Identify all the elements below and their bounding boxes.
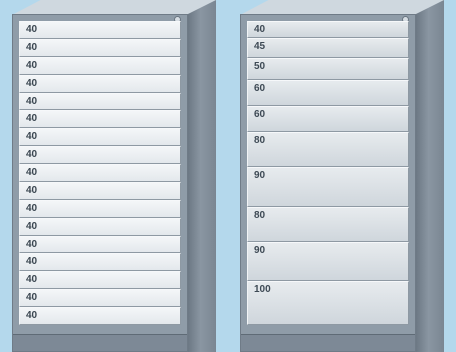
drawer[interactable]: 45 bbox=[247, 38, 409, 59]
drawer[interactable]: 40 bbox=[19, 164, 181, 182]
drawer[interactable]: 40 bbox=[19, 271, 181, 290]
cabinet-left: 40 40 40 40 40 40 40 40 40 40 40 40 40 40 40 40 40 bbox=[12, 0, 216, 352]
drawer-height-label: 60 bbox=[254, 109, 266, 121]
drawer-stack: 40 40 40 40 40 40 40 40 40 40 40 40 40 40 40 40 40 bbox=[19, 21, 181, 325]
drawer[interactable]: 60 bbox=[247, 80, 409, 107]
drawer[interactable]: 40 bbox=[19, 128, 181, 147]
drawer-height-label: 40 bbox=[26, 256, 38, 268]
drawer-height-label: 40 bbox=[26, 167, 38, 178]
drawer-height-label: 40 bbox=[26, 41, 38, 53]
cabinet-top bbox=[12, 0, 216, 15]
cabinet-base bbox=[13, 334, 187, 351]
drawer-height-label: 40 bbox=[26, 310, 38, 321]
drawer[interactable]: 40 bbox=[19, 21, 181, 39]
drawer[interactable]: 40 bbox=[19, 56, 181, 75]
drawer-height-label: 90 bbox=[254, 244, 266, 256]
drawer[interactable]: 40 bbox=[19, 146, 181, 164]
cabinet-front: 40 45 50 60 60 80 90 80 90 100 bbox=[240, 14, 416, 352]
drawer-height-label: 40 bbox=[26, 220, 38, 232]
drawer[interactable]: 80 bbox=[247, 206, 409, 242]
drawer-height-label: 40 bbox=[26, 95, 38, 107]
drawer[interactable]: 90 bbox=[247, 241, 409, 282]
drawer-height-label: 100 bbox=[254, 284, 271, 296]
cabinet-side bbox=[188, 0, 216, 352]
drawer[interactable]: 50 bbox=[247, 58, 409, 81]
drawer[interactable]: 80 bbox=[247, 132, 409, 168]
drawer[interactable]: 40 bbox=[19, 217, 181, 236]
drawer-stack: 40 45 50 60 60 80 90 80 90 100 bbox=[247, 21, 409, 325]
drawer[interactable]: 40 bbox=[19, 181, 181, 200]
drawer[interactable]: 40 bbox=[19, 110, 181, 129]
drawer[interactable]: 40 bbox=[19, 38, 181, 57]
drawer[interactable]: 40 bbox=[19, 289, 181, 307]
cabinet-base bbox=[241, 334, 415, 351]
drawer[interactable]: 40 bbox=[19, 307, 181, 325]
drawer[interactable]: 40 bbox=[19, 199, 181, 218]
drawer-height-label: 60 bbox=[254, 83, 266, 95]
cabinet-top bbox=[240, 0, 444, 15]
drawer-height-label: 40 bbox=[254, 24, 266, 35]
cabinet-right: 40 45 50 60 60 80 90 80 90 100 bbox=[240, 0, 444, 352]
drawer-height-label: 45 bbox=[254, 41, 266, 53]
drawer-height-label: 40 bbox=[26, 24, 38, 35]
drawer-height-label: 40 bbox=[26, 59, 38, 71]
drawer-height-label: 80 bbox=[254, 135, 266, 147]
drawer[interactable]: 40 bbox=[19, 92, 181, 111]
drawer[interactable]: 60 bbox=[247, 106, 409, 133]
drawer-height-label: 90 bbox=[254, 170, 266, 182]
drawer-height-label: 40 bbox=[26, 238, 38, 250]
cabinet-side bbox=[416, 0, 444, 352]
drawer[interactable]: 40 bbox=[19, 235, 181, 254]
drawer-height-label: 50 bbox=[254, 61, 266, 73]
drawer-height-label: 40 bbox=[26, 184, 38, 196]
drawer-height-label: 80 bbox=[254, 209, 266, 221]
drawer-height-label: 40 bbox=[26, 274, 38, 286]
drawer[interactable]: 100 bbox=[247, 281, 409, 325]
drawer-height-label: 40 bbox=[26, 292, 38, 304]
drawer[interactable]: 40 bbox=[19, 74, 181, 93]
drawer[interactable]: 40 bbox=[247, 21, 409, 39]
drawer-height-label: 40 bbox=[26, 77, 38, 89]
cabinet-front: 40 40 40 40 40 40 40 40 40 40 40 40 40 40 40 40 40 bbox=[12, 14, 188, 352]
drawer-height-label: 40 bbox=[26, 113, 38, 125]
drawer[interactable]: 90 bbox=[247, 167, 409, 207]
drawer[interactable]: 40 bbox=[19, 253, 181, 272]
drawer-height-label: 40 bbox=[26, 131, 38, 143]
drawer-height-label: 40 bbox=[26, 202, 38, 214]
drawer-height-label: 40 bbox=[26, 149, 38, 161]
